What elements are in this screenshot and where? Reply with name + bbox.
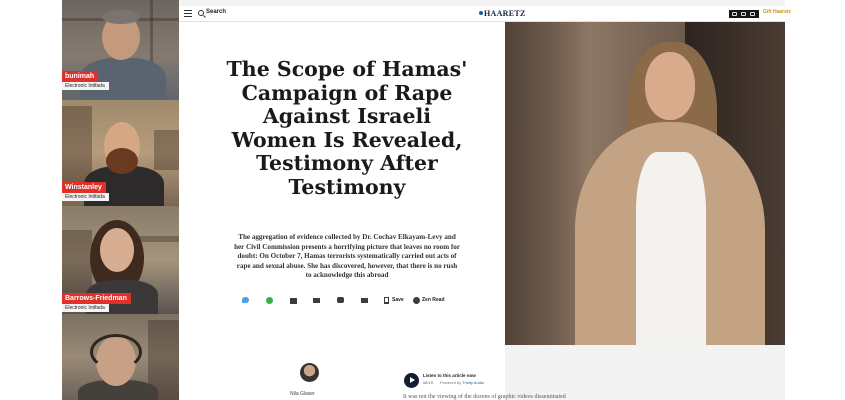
headphones-icon	[90, 334, 142, 370]
promo-box[interactable]	[729, 10, 759, 18]
menu-icon[interactable]	[184, 10, 192, 17]
zen-icon	[413, 297, 420, 304]
twitter-icon[interactable]	[241, 296, 250, 305]
search-label[interactable]: Search	[206, 9, 226, 15]
photo-subject-shirt	[636, 152, 706, 345]
author-avatar[interactable]	[300, 363, 319, 382]
article-deck: The aggregation of evidence collected by…	[234, 233, 460, 280]
promo-link[interactable]: Gift Haaretz	[763, 9, 791, 15]
site-header: Search HAARETZ Gift Haaretz	[179, 6, 791, 22]
participant-tile: Barrows-Friedman Electronic Intifada	[62, 206, 179, 314]
photo-subject-face	[645, 52, 695, 120]
author-name[interactable]: Nila Glaser	[290, 391, 315, 397]
save-button[interactable]: Save	[383, 296, 409, 305]
promo-box-icon	[741, 12, 746, 16]
bookmark-icon	[384, 297, 389, 304]
participant-name-tag: bunimah	[62, 71, 99, 82]
site-logo-text: HAARETZ	[484, 9, 526, 18]
shared-screen: Search HAARETZ Gift Haaretz The Scope of…	[179, 0, 791, 400]
zen-read-label: Zen Read	[422, 297, 445, 303]
article-panel: The Scope of Hamas' Campaign of Rape Aga…	[179, 22, 505, 400]
participant-outlet-tag: Electronic Intifada	[62, 304, 109, 312]
article-photo	[505, 22, 785, 345]
audio-credit-prefix: Powered by	[440, 380, 462, 385]
play-icon[interactable]	[404, 373, 419, 388]
promo-box-icon	[732, 12, 737, 16]
audio-credit-brand[interactable]: Trinity Audio	[462, 380, 484, 385]
bookshelf	[154, 130, 179, 170]
search-icon[interactable]	[198, 10, 204, 16]
gift-icon[interactable]	[289, 296, 298, 305]
print-icon[interactable]	[360, 296, 369, 305]
article-headline: The Scope of Hamas' Campaign of Rape Aga…	[226, 57, 468, 199]
logo-mark-icon	[479, 11, 483, 15]
comment-icon[interactable]	[336, 296, 345, 305]
participant-tile: Winstanley Electronic Intifada	[62, 100, 179, 206]
participant-tile	[62, 314, 179, 400]
participant-outlet-tag: Electronic Intifada	[62, 193, 109, 201]
promo-box-icon	[750, 12, 755, 16]
participant-outlet-tag: Electronic Intifada	[62, 82, 109, 90]
audio-time: 08:19	[423, 380, 434, 385]
bookshelf	[150, 0, 153, 70]
participant-hair	[102, 10, 140, 24]
participant-tile: bunimah Electronic Intifada	[62, 0, 179, 100]
save-label: Save	[392, 297, 404, 303]
mail-icon[interactable]	[312, 296, 321, 305]
participant-name-tag: Barrows-Friedman	[62, 293, 131, 304]
whatsapp-icon[interactable]	[265, 296, 274, 305]
participant-beard	[106, 148, 138, 174]
audio-credit: Powered by Trinity Audio	[440, 380, 484, 385]
site-logo[interactable]: HAARETZ	[479, 9, 526, 18]
participant-head	[100, 228, 134, 272]
audio-label: Listen to this article now	[423, 373, 476, 378]
participant-name-tag: Winstanley	[62, 182, 106, 193]
article-body-text: It was not the viewing of the dozens of …	[403, 394, 566, 400]
zen-read-button[interactable]: Zen Read	[412, 296, 452, 305]
